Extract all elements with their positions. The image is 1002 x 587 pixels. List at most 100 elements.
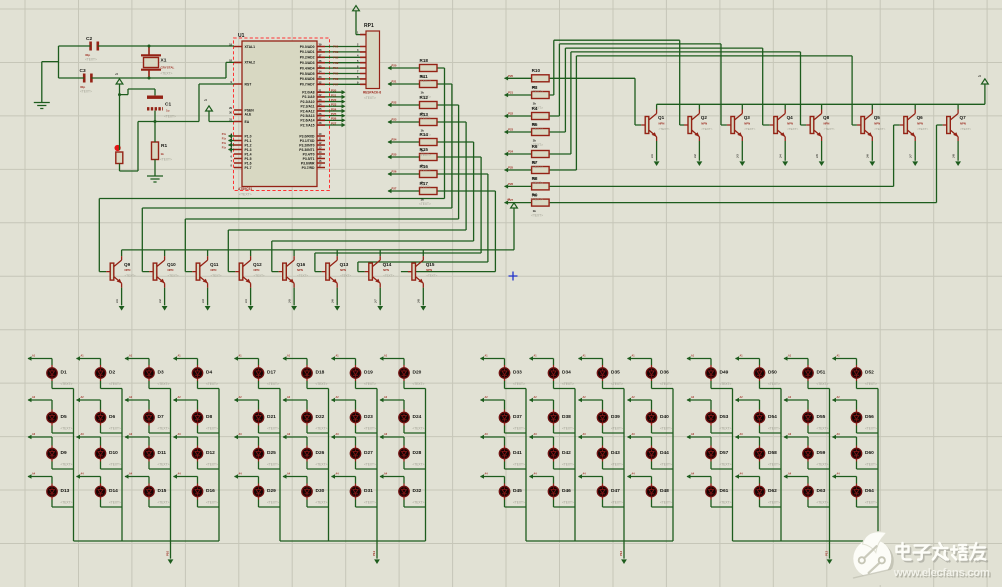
svg-text:<TEXT>: <TEXT> xyxy=(611,427,623,431)
svg-text:R14: R14 xyxy=(420,132,429,137)
svg-text:1k: 1k xyxy=(533,139,537,143)
svg-text:R10: R10 xyxy=(532,68,541,73)
svg-text:D21: D21 xyxy=(267,414,276,420)
svg-text:<TEXT>: <TEXT> xyxy=(513,427,525,431)
svg-text:<TEXT>: <TEXT> xyxy=(61,382,73,386)
svg-text:P20: P20 xyxy=(392,64,397,68)
svg-text:Q13: Q13 xyxy=(340,262,349,267)
svg-text:D22: D22 xyxy=(316,414,325,420)
svg-text:<TEXT>: <TEXT> xyxy=(164,115,176,119)
svg-text:<TEXT>: <TEXT> xyxy=(874,127,885,131)
svg-text:D24: D24 xyxy=(413,414,422,420)
svg-text:P0.6/AD6: P0.6/AD6 xyxy=(300,77,315,81)
svg-text:D14: D14 xyxy=(109,488,118,494)
svg-text:P3.5/T1: P3.5/T1 xyxy=(303,157,315,161)
svg-text:<TEXT>: <TEXT> xyxy=(660,463,672,467)
svg-text:P02: P02 xyxy=(333,55,339,59)
svg-text:<TEXT>: <TEXT> xyxy=(419,202,431,206)
svg-text:D17: D17 xyxy=(267,370,276,376)
svg-text:J-5: J-5 xyxy=(815,154,819,158)
svg-text:P3.2/INT0: P3.2/INT0 xyxy=(299,143,314,147)
svg-text:P0.0/AD0: P0.0/AD0 xyxy=(300,45,315,49)
svg-text:<TEXT>: <TEXT> xyxy=(720,382,732,386)
svg-text:J-7: J-7 xyxy=(909,154,913,158)
svg-text:D44: D44 xyxy=(660,450,669,456)
svg-text:<TEXT>: <TEXT> xyxy=(865,501,877,505)
svg-text:D47: D47 xyxy=(611,488,620,494)
svg-text:<TEXT>: <TEXT> xyxy=(158,427,170,431)
svg-text:P06: P06 xyxy=(333,77,339,81)
svg-text:J-6: J-6 xyxy=(331,299,335,303)
svg-text:NPN: NPN xyxy=(340,268,346,272)
svg-text:<TEXT>: <TEXT> xyxy=(824,127,835,131)
svg-text:NPN: NPN xyxy=(426,268,432,272)
svg-text:U1: U1 xyxy=(238,33,245,39)
svg-text:<TEXT>: <TEXT> xyxy=(611,463,623,467)
svg-text:Q16: Q16 xyxy=(297,262,306,267)
svg-text:D49: D49 xyxy=(720,370,729,376)
svg-text:<TEXT>: <TEXT> xyxy=(413,463,425,467)
svg-text:<TEXT>: <TEXT> xyxy=(364,427,376,431)
svg-text:J-4: J-4 xyxy=(244,299,248,303)
svg-text:P2.6/A14: P2.6/A14 xyxy=(300,119,314,123)
svg-text:<TEXT>: <TEXT> xyxy=(316,427,328,431)
svg-text:<TEXT>: <TEXT> xyxy=(168,274,179,278)
svg-text:R18: R18 xyxy=(420,58,429,63)
svg-text:Q1: Q1 xyxy=(658,115,665,120)
svg-text:D62: D62 xyxy=(768,488,777,494)
svg-text:<TEXT>: <TEXT> xyxy=(531,89,543,93)
svg-text:P10: P10 xyxy=(166,550,170,556)
svg-text:<TEXT>: <TEXT> xyxy=(513,382,525,386)
svg-text:D43: D43 xyxy=(611,450,620,456)
svg-text:D56: D56 xyxy=(865,414,874,420)
svg-text:P20: P20 xyxy=(331,89,337,93)
svg-text:<TEXT>: <TEXT> xyxy=(158,501,170,505)
svg-text:P27: P27 xyxy=(331,121,337,125)
svg-text:NPN: NPN xyxy=(168,268,174,272)
svg-text:30p: 30p xyxy=(85,53,90,57)
svg-text:D60: D60 xyxy=(865,450,874,456)
svg-text:R11: R11 xyxy=(420,74,429,79)
svg-text:<TEXT>: <TEXT> xyxy=(531,127,543,131)
svg-text:<TEXT>: <TEXT> xyxy=(364,463,376,467)
svg-text:<TEXT>: <TEXT> xyxy=(531,165,543,169)
svg-text:D59: D59 xyxy=(817,450,826,456)
svg-text:J-2: J-2 xyxy=(693,154,697,158)
svg-text:P07: P07 xyxy=(333,82,339,86)
svg-text:D38: D38 xyxy=(562,414,571,420)
svg-text:NPN: NPN xyxy=(383,268,389,272)
svg-text:P3.7/RD: P3.7/RD xyxy=(302,166,315,170)
svg-text:P23: P23 xyxy=(331,103,337,107)
svg-text:R8: R8 xyxy=(532,176,538,181)
svg-text:<TEXT>: <TEXT> xyxy=(109,382,121,386)
svg-text:<TEXT>: <TEXT> xyxy=(206,501,218,505)
svg-text:<TEXT>: <TEXT> xyxy=(125,274,136,278)
svg-text:<TEXT>: <TEXT> xyxy=(316,463,328,467)
svg-text:www.elecfans.com: www.elecfans.com xyxy=(893,567,990,579)
svg-text:Q8: Q8 xyxy=(823,115,830,120)
svg-text:30p: 30p xyxy=(80,85,85,89)
svg-text:<TEXT>: <TEXT> xyxy=(109,501,121,505)
svg-text:NPN: NPN xyxy=(787,121,793,125)
svg-text:P1.4: P1.4 xyxy=(245,152,252,156)
svg-text:R9: R9 xyxy=(532,192,538,197)
svg-text:P26: P26 xyxy=(392,170,397,174)
svg-text:D35: D35 xyxy=(611,370,620,376)
svg-text:Q3: Q3 xyxy=(744,115,751,120)
svg-text:<TEXT>: <TEXT> xyxy=(513,463,525,467)
svg-text:<TEXT>: <TEXT> xyxy=(239,192,252,196)
svg-text:<TEXT>: <TEXT> xyxy=(340,274,351,278)
svg-text:J-5: J-5 xyxy=(288,299,292,303)
svg-text:<TEXT>: <TEXT> xyxy=(562,463,574,467)
svg-text:Q7: Q7 xyxy=(960,115,967,120)
svg-text:P04: P04 xyxy=(333,66,339,70)
svg-text:P25: P25 xyxy=(508,166,513,170)
svg-text:D10: D10 xyxy=(109,450,118,456)
svg-text:<TEXT>: <TEXT> xyxy=(158,382,170,386)
svg-text:<TEXT>: <TEXT> xyxy=(865,463,877,467)
svg-text:1k: 1k xyxy=(161,152,165,156)
svg-text:P11: P11 xyxy=(372,551,376,556)
svg-text:P1.0: P1.0 xyxy=(245,134,252,138)
svg-text:<TEXT>: <TEXT> xyxy=(364,96,376,100)
svg-text:<TEXT>: <TEXT> xyxy=(531,181,543,185)
